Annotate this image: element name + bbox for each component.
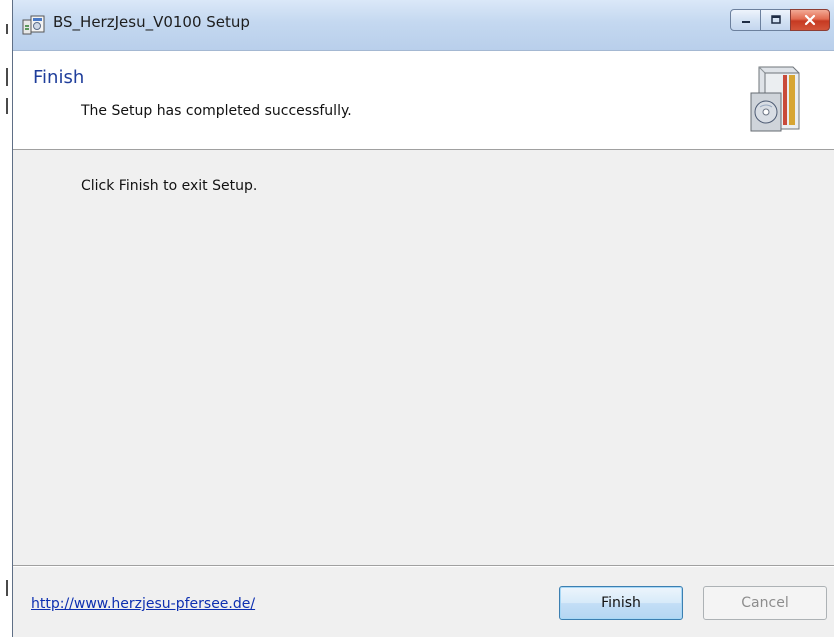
- close-button[interactable]: [790, 9, 830, 31]
- page-title: Finish: [33, 67, 85, 88]
- page-subtitle: The Setup has completed successfully.: [81, 103, 352, 119]
- cancel-button[interactable]: Cancel: [703, 586, 827, 620]
- close-icon: [804, 14, 816, 26]
- finish-button[interactable]: Finish: [559, 586, 683, 620]
- maximize-button[interactable]: [760, 9, 791, 31]
- edge-mark: [6, 24, 8, 34]
- title-bar[interactable]: BS_HerzJesu_V0100 Setup: [13, 0, 834, 51]
- desktop-edge: [0, 0, 12, 637]
- minimize-icon: [741, 21, 750, 23]
- installer-icon: [22, 15, 45, 35]
- maximize-icon: [770, 15, 781, 24]
- edge-mark: [6, 68, 8, 86]
- header-panel: Finish The Setup has completed successfu…: [13, 51, 834, 150]
- window-title: BS_HerzJesu_V0100 Setup: [53, 13, 250, 31]
- instruction-text: Click Finish to exit Setup.: [81, 178, 258, 194]
- minimize-button[interactable]: [730, 9, 761, 31]
- desktop: BS_HerzJesu_V0100 Setup Finish The Setup…: [0, 0, 834, 637]
- setup-box-graphic: [750, 66, 800, 132]
- body-panel: Click Finish to exit Setup.: [13, 150, 834, 565]
- footer-separator: [13, 565, 834, 567]
- setup-window: BS_HerzJesu_V0100 Setup Finish The Setup…: [12, 0, 834, 637]
- caption-buttons: [730, 9, 830, 31]
- edge-mark: [6, 580, 8, 596]
- website-link[interactable]: http://www.herzjesu-pfersee.de/: [31, 596, 255, 612]
- edge-mark: [6, 98, 8, 114]
